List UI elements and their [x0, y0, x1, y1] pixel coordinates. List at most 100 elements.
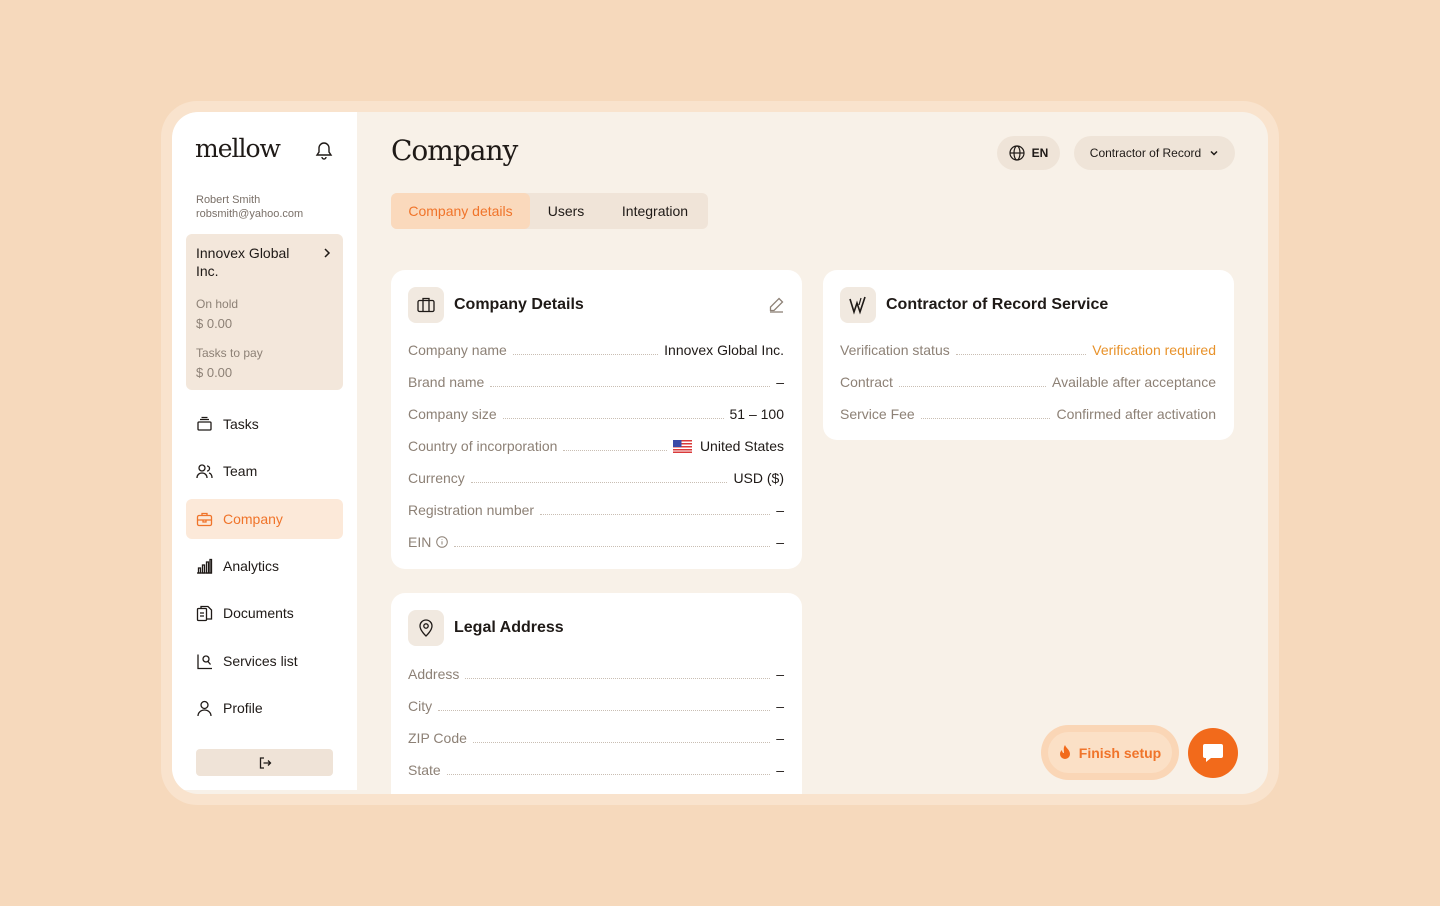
location-pin-icon	[419, 619, 433, 637]
nav-item-label: Services list	[223, 653, 298, 669]
app-window: mellow Robert Smith robsmith@yahoo.com I…	[172, 112, 1268, 794]
us-flag-icon	[672, 439, 692, 453]
row-value: 51 – 100	[729, 406, 785, 422]
mellow-w-icon	[849, 296, 866, 315]
dotted-leader	[472, 742, 771, 743]
row-value: United States	[699, 438, 784, 454]
globe-icon	[1009, 145, 1025, 161]
nav-item-label: Analytics	[223, 558, 280, 574]
row-value: Confirmed after activation	[1056, 406, 1216, 422]
row-value: –	[776, 698, 784, 714]
finish-setup-button[interactable]: Finish setup	[1041, 725, 1179, 780]
on-hold-label: On hold	[196, 297, 239, 311]
legal-address-title: Legal Address	[454, 619, 564, 636]
dotted-leader	[490, 386, 771, 387]
sidebar: mellow Robert Smith robsmith@yahoo.com I…	[172, 112, 357, 790]
bell-icon[interactable]	[315, 140, 333, 160]
address-row-zip: ZIP Code –	[408, 726, 784, 746]
detail-row-brand-name: Brand name –	[408, 370, 784, 390]
row-value: –	[776, 666, 784, 682]
dotted-leader	[465, 678, 771, 679]
company-details-card: Company Details Company name Innovex Glob…	[391, 270, 802, 569]
finish-setup-label: Finish setup	[1078, 744, 1162, 761]
dotted-leader	[563, 450, 667, 451]
address-row-address: Address –	[408, 662, 784, 682]
nav-item-tasks[interactable]: Tasks	[186, 404, 343, 444]
row-label: Address	[408, 666, 460, 682]
nav-item-label: Profile	[223, 700, 263, 716]
row-label: Verification status	[840, 342, 950, 358]
nav-item-services-list[interactable]: Services list	[186, 641, 343, 681]
mellow-logo[interactable]: mellow	[195, 134, 281, 163]
row-label: State	[408, 762, 441, 778]
dotted-leader	[512, 354, 659, 355]
dotted-leader	[898, 386, 1047, 387]
row-label: Country of incorporation	[408, 438, 558, 454]
dotted-leader	[502, 418, 724, 419]
user-email: robsmith@yahoo.com	[196, 208, 304, 220]
documents-icon	[196, 605, 213, 621]
team-icon	[196, 463, 213, 478]
cor-row-contract: Contract Available after acceptance	[840, 370, 1216, 390]
organization-card[interactable]: Innovex Global Inc. On hold $ 0.00 Tasks…	[186, 234, 343, 390]
nav-item-profile[interactable]: Profile	[186, 688, 343, 728]
tab-integration[interactable]: Integration	[602, 193, 708, 229]
detail-row-currency: Currency USD ($)	[408, 466, 784, 486]
row-label: ZIP Code	[408, 730, 467, 746]
tasks-to-pay-value: $ 0.00	[196, 365, 233, 380]
row-value: –	[776, 730, 784, 746]
cor-service-title: Contractor of Record Service	[886, 296, 1109, 313]
row-label: Contract	[840, 374, 893, 390]
nav-item-label: Team	[223, 463, 258, 479]
user-name: Robert Smith	[196, 194, 261, 206]
row-label: Brand name	[408, 374, 485, 390]
card-icon-box	[408, 287, 444, 323]
dotted-leader	[470, 482, 728, 483]
card-icon-box	[840, 287, 876, 323]
row-label: Company name	[408, 342, 507, 358]
service-mode-dropdown[interactable]: Contractor of Record	[1074, 136, 1235, 170]
nav-item-analytics[interactable]: Analytics	[186, 546, 343, 586]
on-hold-value: $ 0.00	[196, 316, 233, 331]
briefcase-icon	[417, 297, 435, 313]
verification-status-value: Verification required	[1092, 342, 1216, 358]
nav-item-label: Company	[223, 511, 283, 527]
row-value: –	[776, 762, 784, 778]
tabs-bar: Company details Users Integration	[391, 193, 708, 229]
dotted-leader	[540, 514, 771, 515]
services-icon	[197, 654, 212, 669]
language-selector[interactable]: EN	[997, 136, 1060, 170]
info-icon[interactable]	[436, 536, 449, 548]
address-row-state: State –	[408, 758, 784, 778]
fire-icon	[1059, 745, 1070, 759]
legal-address-card: Legal Address Address – City – ZIP Code – S…	[391, 593, 802, 794]
chevron-down-icon	[1210, 150, 1218, 156]
edit-icon[interactable]	[768, 296, 785, 313]
service-mode-label: Contractor of Record	[1089, 146, 1202, 160]
row-value: –	[776, 534, 784, 550]
tab-company-details[interactable]: Company details	[391, 193, 530, 229]
cor-row-verification: Verification status Verification required	[840, 338, 1216, 358]
row-label: City	[408, 698, 433, 714]
chat-button[interactable]	[1188, 728, 1238, 778]
profile-icon	[197, 700, 212, 716]
card-icon-box	[408, 610, 444, 646]
logout-button[interactable]	[196, 749, 333, 776]
chat-bubble-icon	[1203, 744, 1223, 762]
tasks-to-pay-label: Tasks to pay	[196, 346, 263, 360]
row-value: USD ($)	[733, 470, 784, 486]
detail-row-company-size: Company size 51 – 100	[408, 402, 784, 422]
nav-item-documents[interactable]: Documents	[186, 593, 343, 633]
row-value: –	[776, 374, 784, 390]
nav-item-team[interactable]: Team	[186, 451, 343, 491]
tab-users[interactable]: Users	[530, 193, 602, 229]
nav-item-label: Documents	[223, 605, 294, 621]
language-label: EN	[1031, 146, 1049, 160]
tasks-icon	[197, 416, 212, 431]
row-value-container: United States	[672, 438, 784, 454]
detail-row-country: Country of incorporation United States	[408, 434, 784, 454]
nav-item-company[interactable]: Company	[186, 499, 343, 539]
dotted-leader	[955, 354, 1087, 355]
row-value: Innovex Global Inc.	[664, 342, 784, 358]
dotted-leader	[446, 774, 771, 775]
